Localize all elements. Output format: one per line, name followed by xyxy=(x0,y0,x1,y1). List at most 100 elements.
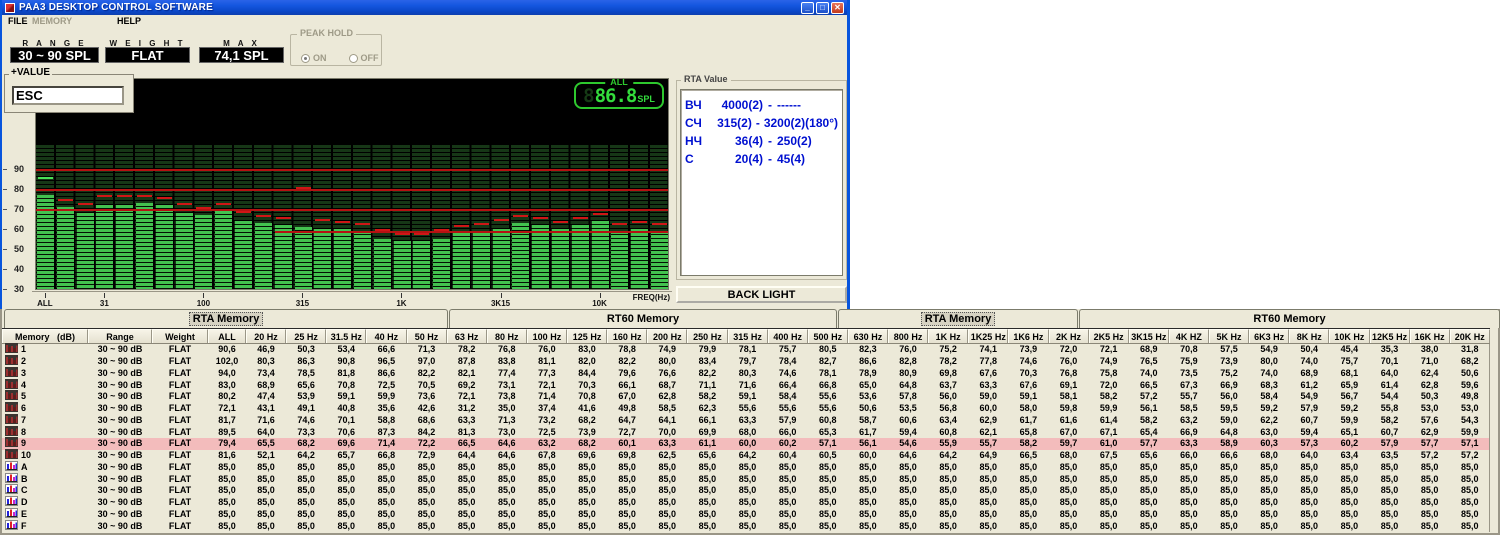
value-cell: 74,0 xyxy=(1249,368,1289,379)
table-row[interactable]: 830 ~ 90 dBFLAT89,564,073,370,687,384,28… xyxy=(2,426,1489,438)
column-header[interactable]: 1K Hz xyxy=(928,329,968,343)
column-header[interactable]: 31.5 Hz xyxy=(326,329,366,343)
column-header[interactable]: Range xyxy=(88,329,152,343)
column-header[interactable]: 20K Hz xyxy=(1450,329,1490,343)
column-header[interactable]: 40 Hz xyxy=(366,329,406,343)
spectrum-bar xyxy=(572,225,589,289)
spl-tick xyxy=(3,249,7,250)
value-cell: 85,0 xyxy=(326,474,366,485)
column-header[interactable]: 5K Hz xyxy=(1209,329,1249,343)
maximize-button[interactable]: □ xyxy=(816,2,829,14)
column-header[interactable]: 1K6 Hz xyxy=(1008,329,1048,343)
column-header[interactable]: 630 Hz xyxy=(848,329,888,343)
column-header[interactable]: 1K25 Hz xyxy=(968,329,1008,343)
value-cell: 85,0 xyxy=(527,509,567,520)
value-cell: 72,0 xyxy=(1049,344,1089,355)
table-row[interactable]: 230 ~ 90 dBFLAT102,080,386,390,896,597,0… xyxy=(2,356,1489,368)
column-header[interactable]: 500 Hz xyxy=(808,329,848,343)
column-header[interactable]: 12K5 Hz xyxy=(1370,329,1410,343)
column-header[interactable]: 50 Hz xyxy=(407,329,447,343)
value-cell: 64,0 xyxy=(246,427,286,438)
tab-rta-memory-2[interactable]: RTA Memory xyxy=(838,309,1078,328)
value-cell: 53,6 xyxy=(848,391,888,402)
value-cell: 82,2 xyxy=(687,368,727,379)
memory-id: F xyxy=(21,521,27,532)
column-header[interactable]: 10K Hz xyxy=(1329,329,1369,343)
value-cell: 65,6 xyxy=(1129,450,1169,461)
value-input[interactable] xyxy=(12,86,124,105)
column-header[interactable]: 250 Hz xyxy=(687,329,727,343)
table-row[interactable]: 430 ~ 90 dBFLAT83,068,965,670,872,570,56… xyxy=(2,379,1489,391)
value-cell: 85,0 xyxy=(1370,462,1410,473)
rta-value-title: RTA Value xyxy=(681,74,731,84)
column-header[interactable]: 25 Hz xyxy=(286,329,326,343)
value-cell: 85,0 xyxy=(607,521,647,532)
tab-rt60-memory-2[interactable]: RT60 Memory xyxy=(1079,309,1500,328)
value-cell: 61,6 xyxy=(1049,415,1089,426)
table-row[interactable]: E30 ~ 90 dBFLAT85,085,085,085,085,085,08… xyxy=(2,509,1489,521)
value-cell: 60,1 xyxy=(607,438,647,449)
table-row[interactable]: F30 ~ 90 dBFLAT85,085,085,085,085,085,08… xyxy=(2,520,1489,532)
minimize-button[interactable]: _ xyxy=(801,2,814,14)
table-row[interactable]: 130 ~ 90 dBFLAT90,646,950,353,466,671,37… xyxy=(2,344,1489,356)
value-cell: 85,0 xyxy=(246,474,286,485)
value-cell: 85,0 xyxy=(768,497,808,508)
column-header[interactable]: 200 Hz xyxy=(647,329,687,343)
column-header[interactable]: 2K Hz xyxy=(1049,329,1089,343)
column-header[interactable]: Weight xyxy=(152,329,208,343)
peak-hold-marker xyxy=(256,215,271,217)
table-row[interactable]: 730 ~ 90 dBFLAT81,771,674,670,158,868,66… xyxy=(2,415,1489,427)
column-header[interactable]: 63 Hz xyxy=(447,329,487,343)
table-row[interactable]: 530 ~ 90 dBFLAT80,247,453,959,159,973,67… xyxy=(2,391,1489,403)
value-cell: 40,8 xyxy=(326,403,366,414)
column-header[interactable]: 2K5 Hz xyxy=(1089,329,1129,343)
peak-hold-off-radio[interactable]: OFF xyxy=(349,53,379,63)
column-header[interactable]: 8K Hz xyxy=(1289,329,1329,343)
column-header[interactable]: 160 Hz xyxy=(607,329,647,343)
table-row[interactable]: 1030 ~ 90 dBFLAT81,652,164,265,766,872,9… xyxy=(2,450,1489,462)
table-row[interactable]: 330 ~ 90 dBFLAT94,073,478,581,886,682,28… xyxy=(2,368,1489,380)
table-row[interactable]: A30 ~ 90 dBFLAT85,085,085,085,085,085,08… xyxy=(2,462,1489,474)
column-header[interactable]: 4K HZ xyxy=(1169,329,1209,343)
column-header[interactable]: 800 Hz xyxy=(888,329,928,343)
column-header[interactable]: 315 Hz xyxy=(728,329,768,343)
menu-help[interactable]: HELP xyxy=(117,16,141,26)
tab-rt60-memory-1[interactable]: RT60 Memory xyxy=(449,309,837,328)
column-header[interactable]: 80 Hz xyxy=(487,329,527,343)
close-button[interactable]: ✕ xyxy=(831,2,844,14)
table-row[interactable]: B30 ~ 90 dBFLAT85,085,085,085,085,085,08… xyxy=(2,473,1489,485)
value-cell: 69,6 xyxy=(326,438,366,449)
peak-hold-marker xyxy=(97,195,112,197)
value-cell: 78,2 xyxy=(447,344,487,355)
column-header[interactable]: 16K Hz xyxy=(1410,329,1450,343)
rta-value-line: ВЧ4000(2)------- xyxy=(685,96,838,114)
column-header[interactable]: 125 Hz xyxy=(567,329,607,343)
value-cell: 59,9 xyxy=(1089,403,1129,414)
column-header[interactable]: 3K15 Hz xyxy=(1129,329,1169,343)
spectrum-bar xyxy=(374,239,391,289)
table-row[interactable]: 630 ~ 90 dBFLAT72,143,149,140,835,642,63… xyxy=(2,403,1489,415)
column-header[interactable]: 100 Hz xyxy=(527,329,567,343)
column-header[interactable]: ALL xyxy=(208,329,246,343)
peak-hold-marker xyxy=(137,195,152,197)
table-row[interactable]: C30 ~ 90 dBFLAT85,085,085,085,085,085,08… xyxy=(2,485,1489,497)
peak-hold-on-radio[interactable]: ON xyxy=(301,53,327,63)
value-cell: 85,0 xyxy=(808,509,848,520)
back-light-button[interactable]: BACK LIGHT xyxy=(676,286,847,303)
table-row[interactable]: 930 ~ 90 dBFLAT79,465,568,269,671,472,26… xyxy=(2,438,1489,450)
value-cell: 47,4 xyxy=(246,391,286,402)
value-cell: 58,2 xyxy=(1008,438,1048,449)
column-header[interactable]: Memory (dB) xyxy=(2,329,88,343)
menu-file[interactable]: FILE xyxy=(8,16,28,26)
table-row[interactable]: D30 ~ 90 dBFLAT85,085,085,085,085,085,08… xyxy=(2,497,1489,509)
column-header[interactable]: 6K3 Hz xyxy=(1249,329,1289,343)
value-cell: 55,7 xyxy=(968,438,1008,449)
column-header[interactable]: 20 Hz xyxy=(246,329,286,343)
column-header[interactable]: 400 Hz xyxy=(768,329,808,343)
value-cell: 53,0 xyxy=(1410,403,1450,414)
value-cell: 85,0 xyxy=(208,509,246,520)
value-cell: 55,6 xyxy=(768,403,808,414)
value-cell: 38,0 xyxy=(1410,344,1450,355)
tab-rta-memory-1[interactable]: RTA Memory xyxy=(4,309,448,328)
value-cell: 58,0 xyxy=(1008,403,1048,414)
